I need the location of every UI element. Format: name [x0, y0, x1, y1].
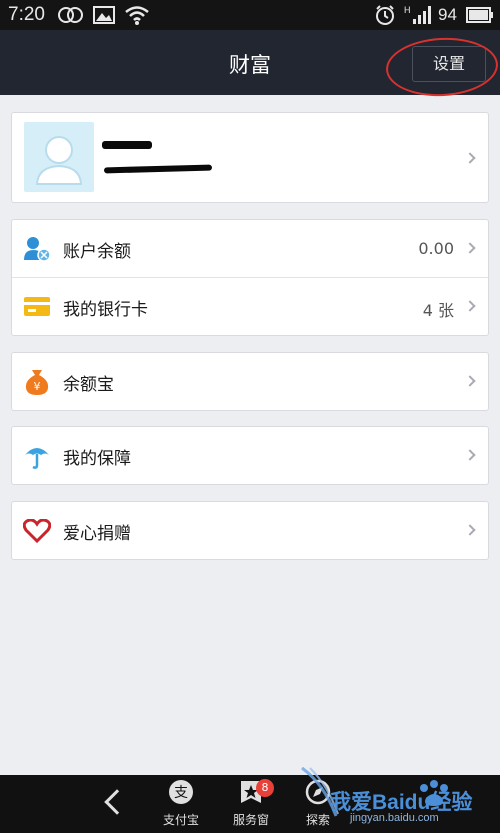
signal-icon: H [404, 5, 431, 24]
watermark-url: jingyan.baidu.com [350, 812, 439, 824]
status-time: 7:20 [8, 4, 45, 25]
redacted-name [102, 141, 152, 149]
chevron-right-icon [464, 242, 476, 254]
umbrella-icon [25, 448, 49, 469]
user-avatar-icon [35, 136, 83, 185]
menu-row-label: 余额宝 [63, 375, 114, 395]
money-bag-icon: ¥ [25, 370, 49, 395]
tab-service-window[interactable]: 8 服务窗 [218, 779, 284, 828]
link-icon [58, 7, 83, 23]
bank-card-count: 4 张 [422, 301, 454, 320]
menu-row-label: 爱心捐赠 [63, 524, 131, 544]
bank-card-icon [24, 297, 50, 316]
tab-alipay[interactable]: 支 支付宝 [148, 779, 214, 828]
alarm-icon [376, 5, 394, 25]
menu-row-label: 账户余额 [63, 242, 131, 262]
menu-row-charity[interactable]: 爱心捐赠 [12, 502, 488, 559]
tab-label: 支付宝 [162, 813, 199, 827]
chevron-right-icon [464, 152, 476, 164]
alipay-glyph: 支 [174, 785, 188, 801]
back-icon[interactable] [104, 789, 130, 815]
avatar [24, 122, 94, 192]
heart-icon [23, 519, 51, 543]
wifi-icon [125, 6, 149, 25]
notification-badge: 8 [256, 779, 274, 797]
chevron-right-icon [464, 524, 476, 536]
account-group: 账户余额 0.00 我的银行卡 4 张 [11, 219, 489, 336]
chevron-right-icon [464, 375, 476, 387]
charity-group: 爱心捐赠 [11, 501, 489, 560]
chevron-right-icon [464, 300, 476, 312]
redacted-account [103, 164, 213, 174]
menu-row-yuebao[interactable]: ¥ 余额宝 [12, 353, 488, 410]
menu-row-account-balance[interactable]: 账户余额 0.00 [12, 220, 488, 278]
menu-row-label: 我的保障 [63, 449, 131, 469]
alipay-icon: 支 [169, 780, 193, 804]
battery-icon [466, 7, 493, 23]
menu-row-bank-cards[interactable]: 我的银行卡 4 张 [12, 278, 488, 335]
menu-row-label: 我的银行卡 [63, 300, 148, 320]
insurance-group: 我的保障 [11, 426, 489, 485]
profile-card[interactable] [11, 112, 489, 203]
chevron-right-icon [464, 449, 476, 461]
menu-row-insurance[interactable]: 我的保障 [12, 427, 488, 484]
network-label: H [404, 5, 411, 15]
yuebao-group: ¥ 余额宝 [11, 352, 489, 411]
battery-level: 94 [438, 5, 457, 24]
account-balance-icon [24, 237, 51, 262]
balance-value: 0.00 [418, 239, 454, 258]
svg-text:¥: ¥ [34, 380, 41, 393]
image-icon [93, 6, 115, 24]
status-bar: 7:20 H 94 [0, 0, 500, 30]
tab-label: 服务窗 [232, 813, 269, 827]
